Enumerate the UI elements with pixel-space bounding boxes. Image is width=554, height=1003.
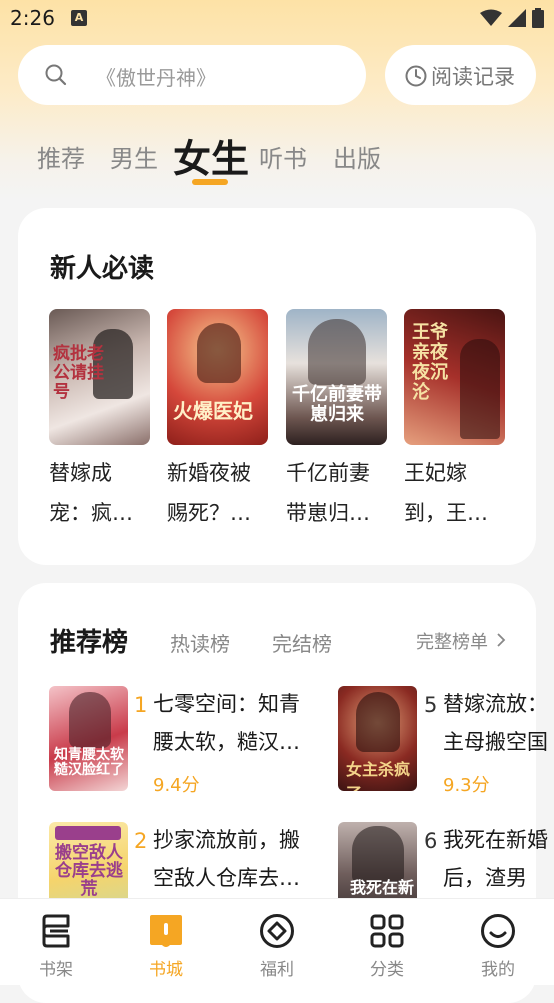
status-bar: 2:26 A bbox=[0, 0, 554, 38]
nav-bookstore[interactable]: 书城 bbox=[111, 899, 221, 985]
tab-audiobook[interactable]: 听书 bbox=[259, 139, 307, 174]
cover-title: 疯批老公请挂号 bbox=[53, 344, 104, 402]
nav-label: 我的 bbox=[481, 960, 515, 980]
rank-book-title: 我死在新婚后，渣男 bbox=[443, 828, 548, 890]
tab-published[interactable]: 出版 bbox=[333, 139, 381, 174]
book-cover: 千亿前妻带崽归来 bbox=[286, 309, 387, 445]
book-title: 千亿前妻带崽归… bbox=[286, 461, 370, 525]
book-cover: 火爆医妃 bbox=[167, 309, 268, 445]
rank-book-title: 替嫁流放：主母搬空国 bbox=[443, 692, 548, 754]
wifi-icon bbox=[480, 9, 502, 26]
bookshelf-icon bbox=[42, 914, 70, 948]
book-cover: 王爷亲夜夜沉沦 bbox=[404, 309, 505, 445]
tab-active-indicator bbox=[192, 179, 228, 185]
profile-icon bbox=[481, 914, 515, 948]
rank-number: 1 bbox=[134, 693, 148, 717]
rank-score: 9.4分 bbox=[153, 775, 200, 796]
book-cover: 女主杀疯了 bbox=[338, 686, 417, 791]
nav-label: 分类 bbox=[370, 960, 404, 980]
tab-completed[interactable]: 完结榜 bbox=[272, 628, 332, 657]
book-title: 王妃嫁到，王… bbox=[404, 461, 488, 525]
tab-male[interactable]: 男生 bbox=[110, 139, 158, 174]
welfare-icon bbox=[260, 914, 294, 948]
clock-icon bbox=[405, 65, 427, 87]
status-icons bbox=[480, 8, 544, 28]
rank-book-title: 抄家流放前，搬空敌人仓库去… bbox=[153, 828, 300, 890]
reading-history-label: 阅读记录 bbox=[431, 65, 515, 89]
bookstore-icon bbox=[150, 915, 182, 947]
category-icon bbox=[370, 914, 404, 948]
full-ranking-label: 完整榜单 bbox=[416, 632, 488, 653]
battery-icon bbox=[532, 8, 544, 28]
book-title: 新婚夜被赐死？… bbox=[167, 461, 251, 525]
ranking-title: 推荐榜 bbox=[50, 628, 129, 658]
search-icon bbox=[45, 64, 67, 86]
book-item[interactable]: 疯批老公请挂号 替嫁成宠：疯… bbox=[49, 309, 151, 533]
rank-number: 6 bbox=[424, 829, 438, 853]
nav-bookshelf[interactable]: 书架 bbox=[1, 899, 111, 985]
bottom-navigation: 书架 书城 福利 分类 我的 bbox=[0, 898, 554, 985]
nav-label: 福利 bbox=[260, 960, 294, 980]
cover-title: 王爷亲夜夜沉沦 bbox=[412, 322, 448, 403]
reading-history-button[interactable]: 阅读记录 bbox=[385, 45, 536, 105]
signal-icon bbox=[508, 9, 526, 27]
nav-category[interactable]: 分类 bbox=[332, 899, 442, 985]
book-item[interactable]: 千亿前妻带崽归来 千亿前妻带崽归… bbox=[286, 309, 388, 533]
new-reader-card: 新人必读 疯批老公请挂号 替嫁成宠：疯… 火爆医妃 新婚夜被赐死？… 千亿前妻带… bbox=[18, 208, 536, 565]
cover-title: 千亿前妻带崽归来 bbox=[292, 384, 382, 425]
book-title: 替嫁成宠：疯… bbox=[49, 461, 133, 525]
nav-profile[interactable]: 我的 bbox=[443, 899, 553, 985]
category-tabs: 推荐 男生 女生 听书 出版 bbox=[0, 128, 554, 188]
book-item[interactable]: 火爆医妃 新婚夜被赐死？… bbox=[167, 309, 269, 533]
book-cover: 知青腰太软糙汉脸红了 bbox=[49, 686, 128, 791]
cover-title: 火爆医妃 bbox=[173, 399, 253, 423]
search-input[interactable]: 《傲世丹神》 bbox=[18, 45, 366, 105]
search-placeholder: 《傲世丹神》 bbox=[96, 66, 216, 90]
cover-title: 搬空敌人仓库去逃荒 bbox=[55, 843, 123, 899]
rank-number: 5 bbox=[424, 693, 438, 717]
rank-number: 2 bbox=[134, 829, 148, 853]
tab-female[interactable]: 女生 bbox=[173, 128, 249, 183]
chevron-right-icon bbox=[497, 633, 506, 647]
tab-recommend[interactable]: 推荐 bbox=[37, 139, 85, 174]
book-item[interactable]: 王爷亲夜夜沉沦 王妃嫁到，王… bbox=[404, 309, 506, 533]
status-time: 2:26 bbox=[10, 6, 55, 30]
rank-book-title: 七零空间：知青腰太软，糙汉… bbox=[153, 692, 300, 754]
nav-label: 书城 bbox=[149, 960, 183, 980]
book-cover: 疯批老公请挂号 bbox=[49, 309, 150, 445]
cover-title: 知青腰太软糙汉脸红了 bbox=[54, 747, 124, 778]
nav-welfare[interactable]: 福利 bbox=[222, 899, 332, 985]
cover-title: 女主杀疯了 bbox=[346, 760, 411, 791]
section-title: 新人必读 bbox=[50, 254, 155, 284]
rank-score: 9.3分 bbox=[443, 775, 490, 796]
notification-icon: A bbox=[71, 10, 87, 26]
nav-label: 书架 bbox=[39, 960, 73, 980]
tab-hot-reads[interactable]: 热读榜 bbox=[170, 628, 230, 657]
